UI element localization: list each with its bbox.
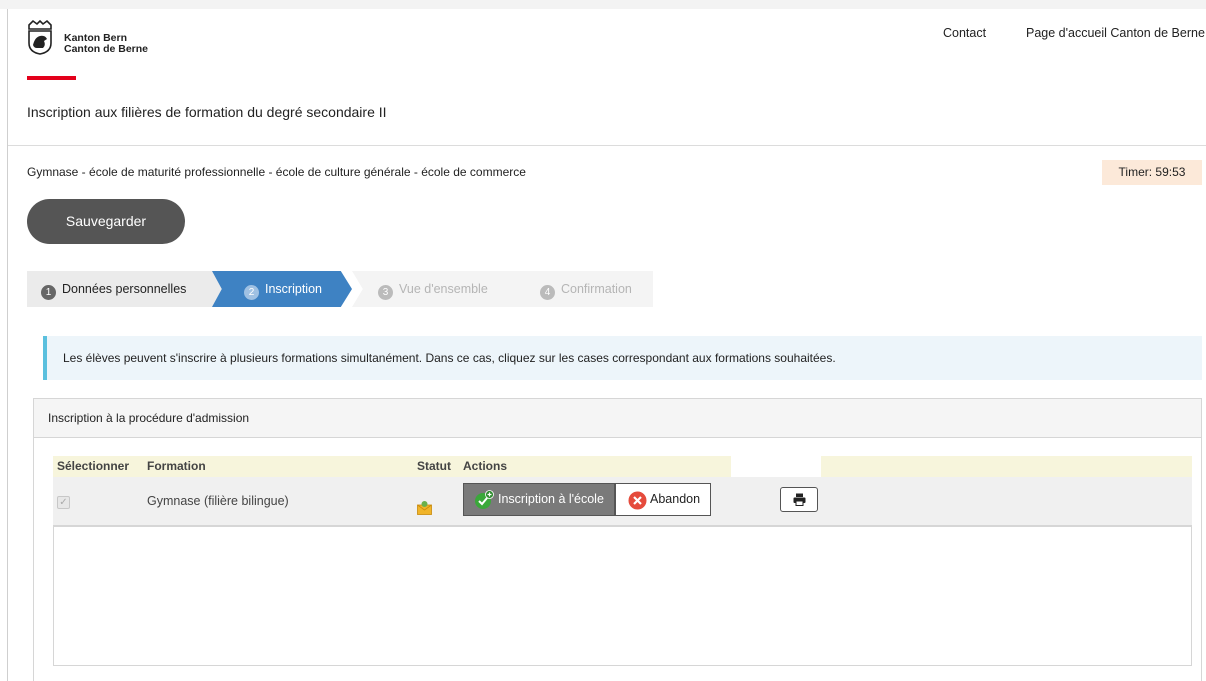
save-button[interactable]: Sauvegarder (27, 199, 185, 244)
brand-name: Kanton Bern Canton de Berne (64, 33, 148, 55)
home-link[interactable]: Page d'accueil Canton de Berne (1026, 26, 1205, 40)
print-button[interactable] (780, 487, 818, 512)
timer-badge: Timer: 59:53 (1102, 160, 1202, 185)
cancel-icon (628, 491, 647, 510)
step-personal-data[interactable]: 1 Données personnelles (27, 271, 227, 307)
step-confirmation[interactable]: 4 Confirmation (512, 271, 653, 307)
column-status: Statut (417, 459, 451, 473)
panel-title: Inscription à la procédure d'admission (34, 399, 1201, 438)
brand-red-bar (27, 76, 76, 80)
column-formation: Formation (147, 459, 206, 473)
step-label: Confirmation (561, 282, 632, 296)
step-label: Données personnelles (62, 282, 187, 296)
printer-icon (793, 493, 806, 506)
admission-panel: Inscription à la procédure d'admission S… (33, 398, 1202, 681)
contact-link[interactable]: Contact (943, 26, 986, 40)
column-actions: Actions (463, 459, 508, 473)
wizard-steps: 1 Données personnelles 3 Vue d'ensemble 4C… (27, 271, 653, 307)
step-overview[interactable]: 3 Vue d'ensemble (352, 271, 532, 307)
abandon-label: Abandon (650, 492, 701, 506)
step-number: 3 (378, 285, 393, 300)
step-number: 4 (540, 285, 555, 300)
select-checkbox[interactable]: ✓ (57, 496, 70, 509)
abandon-button[interactable]: Abandon (615, 483, 711, 516)
info-alert: Les élèves peuvent s'inscrire à plusieur… (43, 336, 1202, 380)
page-subtitle: Gymnase - école de maturité professionne… (27, 165, 526, 179)
top-border (0, 0, 1206, 9)
school-inscription-button[interactable]: Inscription à l'école (463, 483, 615, 516)
left-border (7, 9, 8, 681)
step-number: 2 (244, 285, 259, 300)
table-row: ✓ Gymnase (filière bilingue) Inscription… (53, 477, 1192, 526)
divider (8, 145, 1206, 146)
step-inscription[interactable]: 2 Inscription (212, 271, 352, 307)
school-inscription-label: Inscription à l'école (498, 492, 604, 506)
table-header: Sélectionner Formation Statut Actions (53, 456, 1192, 477)
step-label: Inscription (265, 282, 322, 296)
bern-coat-of-arms-icon (28, 19, 52, 55)
check-add-icon (475, 490, 494, 509)
step-label: Vue d'ensemble (399, 282, 488, 296)
header-blank-cell (731, 456, 821, 477)
page-title: Inscription aux filières de formation du… (27, 104, 387, 120)
step-number: 1 (41, 285, 56, 300)
empty-table-area (53, 526, 1192, 666)
envelope-icon (417, 501, 432, 515)
formation-name: Gymnase (filière bilingue) (147, 494, 289, 508)
column-select: Sélectionner (57, 459, 130, 473)
brand-line-2: Canton de Berne (64, 43, 149, 55)
